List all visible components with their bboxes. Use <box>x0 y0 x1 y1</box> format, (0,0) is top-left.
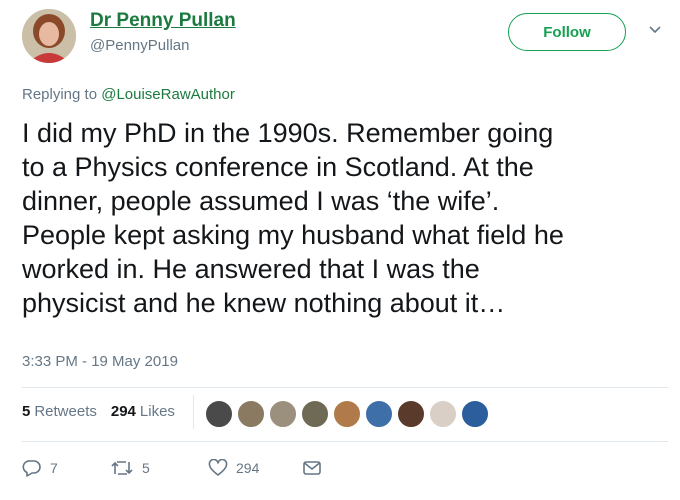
reply-icon <box>22 460 41 477</box>
liker-avatar[interactable] <box>237 400 265 428</box>
retweet-action[interactable]: 5 <box>110 455 150 481</box>
replying-to-mention[interactable]: @LouiseRawAuthor <box>101 86 235 103</box>
like-count: 294 <box>236 460 260 476</box>
tweet-line: worked in. He answered that I was the <box>22 254 480 284</box>
retweet-icon <box>111 461 133 475</box>
follow-button[interactable]: Follow <box>508 13 626 51</box>
engagement-stats: 5 Retweets 294 Likes <box>22 403 175 420</box>
divider <box>22 387 668 388</box>
replying-to-label: Replying to <box>22 86 98 103</box>
liker-avatar[interactable] <box>365 400 393 428</box>
direct-message-action[interactable] <box>302 455 322 481</box>
likes-stat[interactable]: 294 Likes <box>111 403 175 420</box>
tweet-line: to a Physics conference in Scotland. At … <box>22 152 534 182</box>
envelope-icon <box>303 461 321 475</box>
heart-icon <box>208 459 228 476</box>
retweet-count: 5 <box>142 460 150 476</box>
tweet-line: physicist and he knew nothing about it… <box>22 288 506 318</box>
liker-avatar[interactable] <box>461 400 489 428</box>
liker-avatar[interactable] <box>301 400 329 428</box>
liker-avatar[interactable] <box>333 400 361 428</box>
chevron-down-icon[interactable] <box>647 22 663 38</box>
reply-action[interactable]: 7 <box>22 455 58 481</box>
like-action[interactable]: 294 <box>208 455 259 481</box>
author-handle[interactable]: @PennyPullan <box>90 37 189 54</box>
liker-avatar[interactable] <box>205 400 233 428</box>
divider <box>193 395 194 429</box>
replying-to: Replying to @LouiseRawAuthor <box>22 86 235 103</box>
author-avatar[interactable] <box>22 9 76 63</box>
liker-avatar[interactable] <box>397 400 425 428</box>
divider <box>22 441 668 442</box>
liker-avatar[interactable] <box>429 400 457 428</box>
author-name[interactable]: Dr Penny Pullan <box>90 10 236 32</box>
liker-avatars <box>205 400 493 430</box>
tweet-text: I did my PhD in the 1990s. Remember goin… <box>22 116 672 320</box>
retweets-stat[interactable]: 5 Retweets <box>22 403 97 420</box>
tweet-timestamp[interactable]: 3:33 PM - 19 May 2019 <box>22 353 178 370</box>
reply-count: 7 <box>50 460 58 476</box>
tweet-line: People kept asking my husband what field… <box>22 220 564 250</box>
tweet-card: Dr Penny Pullan @PennyPullan Follow Repl… <box>0 0 680 500</box>
liker-avatar[interactable] <box>269 400 297 428</box>
tweet-line: I did my PhD in the 1990s. Remember goin… <box>22 118 554 148</box>
tweet-line: dinner, people assumed I was ‘the wife’. <box>22 186 500 216</box>
